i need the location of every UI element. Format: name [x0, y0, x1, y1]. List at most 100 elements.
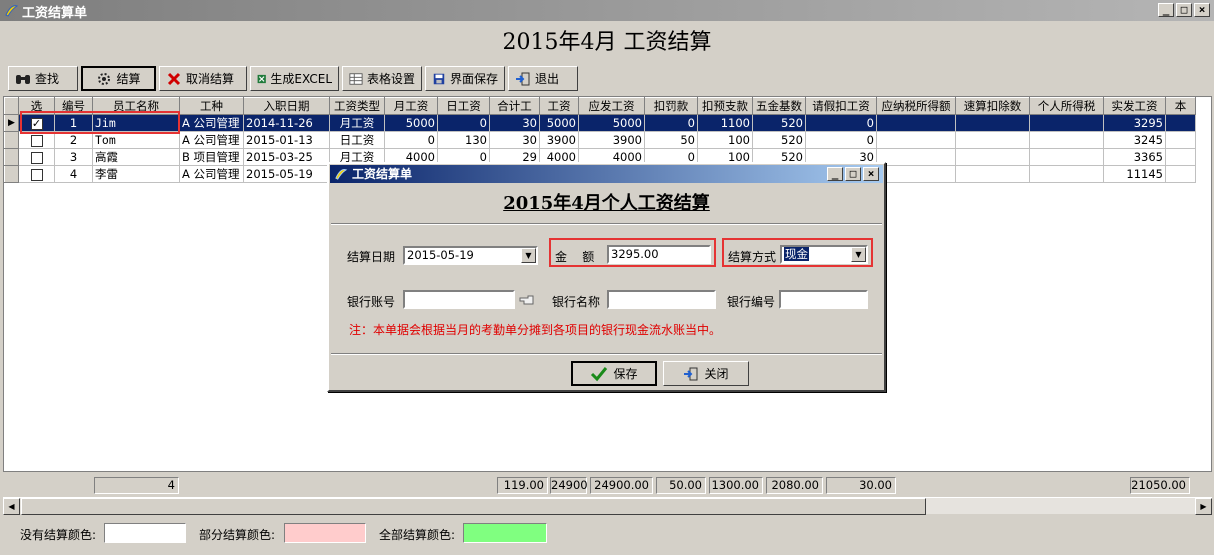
- table-cell[interactable]: [1029, 114, 1104, 132]
- dialog-close-action-button[interactable]: 关闭: [663, 361, 749, 386]
- table-cell[interactable]: B 项目管理: [179, 148, 244, 166]
- table-cell[interactable]: [876, 131, 956, 149]
- bank-code-field[interactable]: [779, 290, 868, 309]
- table-cell[interactable]: 月工资: [329, 114, 385, 132]
- column-header[interactable]: 本: [1165, 97, 1196, 115]
- cancel-settle-button[interactable]: 取消结算: [159, 66, 247, 91]
- table-cell[interactable]: 2015-01-13: [243, 131, 330, 149]
- legend-unsettled-swatch[interactable]: [104, 523, 186, 543]
- search-button[interactable]: 查找: [8, 66, 78, 91]
- table-cell[interactable]: [1029, 148, 1104, 166]
- row-select-cell[interactable]: ✓: [18, 114, 55, 132]
- dialog-close-button[interactable]: ×: [863, 167, 879, 181]
- row-select-cell[interactable]: [18, 148, 55, 166]
- table-row[interactable]: 2 Tom A 公司管理 2015-01-13 日工资 0 130 30 3900 3900 50 1…: [4, 131, 1196, 149]
- chevron-down-icon[interactable]: ▼: [521, 248, 536, 263]
- settle-date-picker[interactable]: 2015-05-19 ▼: [403, 246, 538, 265]
- column-header[interactable]: 个人所得税: [1029, 97, 1104, 115]
- table-cell[interactable]: 50: [644, 131, 698, 149]
- chevron-down-icon[interactable]: ▼: [851, 247, 866, 262]
- table-cell[interactable]: 2015-05-19: [243, 165, 330, 183]
- table-cell[interactable]: A 公司管理: [179, 165, 244, 183]
- minimize-button[interactable]: _: [1158, 3, 1174, 17]
- table-cell[interactable]: 1100: [697, 114, 753, 132]
- table-cell[interactable]: 李雷: [92, 165, 180, 183]
- table-cell[interactable]: 30: [489, 114, 540, 132]
- table-cell[interactable]: 130: [437, 131, 490, 149]
- column-header[interactable]: 请假扣工资: [805, 97, 877, 115]
- row-indicator[interactable]: [4, 131, 19, 149]
- column-header[interactable]: 速算扣除数: [955, 97, 1030, 115]
- table-cell[interactable]: 3295: [1103, 114, 1166, 132]
- column-header[interactable]: 入职日期: [243, 97, 330, 115]
- row-checkbox[interactable]: ✓: [30, 117, 43, 130]
- settle-button[interactable]: 结算: [81, 66, 156, 91]
- table-cell[interactable]: 2015-03-25: [243, 148, 330, 166]
- table-settings-button[interactable]: 表格设置: [342, 66, 422, 91]
- table-cell[interactable]: 0: [805, 114, 877, 132]
- close-button[interactable]: ×: [1194, 3, 1210, 17]
- column-header[interactable]: 应纳税所得额: [876, 97, 956, 115]
- table-cell[interactable]: 0: [644, 114, 698, 132]
- row-select-cell[interactable]: [18, 165, 55, 183]
- column-header[interactable]: 编号: [54, 97, 93, 115]
- table-cell[interactable]: Tom: [92, 131, 180, 149]
- bank-account-field[interactable]: [403, 290, 515, 309]
- table-cell[interactable]: 3900: [539, 131, 579, 149]
- amount-field[interactable]: 3295.00: [607, 245, 711, 264]
- table-cell[interactable]: [876, 165, 956, 183]
- table-cell[interactable]: [1029, 165, 1104, 183]
- dialog-maximize-button[interactable]: □: [845, 167, 861, 181]
- save-button[interactable]: 保存: [571, 361, 657, 386]
- table-cell[interactable]: 520: [752, 114, 806, 132]
- table-row[interactable]: ▶ ✓ 1 Jim A 公司管理 2014-11-26 月工资 5000 0 30 5000 5000…: [4, 114, 1196, 132]
- exit-button[interactable]: 退出: [508, 66, 578, 91]
- table-cell[interactable]: 2: [54, 131, 93, 149]
- row-checkbox[interactable]: [30, 168, 43, 181]
- row-checkbox[interactable]: [30, 134, 43, 147]
- table-cell[interactable]: [1165, 114, 1196, 132]
- table-cell[interactable]: [876, 148, 956, 166]
- current-row-indicator-icon[interactable]: ▶: [4, 114, 19, 132]
- dialog-minimize-button[interactable]: _: [827, 167, 843, 181]
- table-cell[interactable]: 100: [697, 131, 753, 149]
- table-cell[interactable]: 高霞: [92, 148, 180, 166]
- table-cell[interactable]: 520: [752, 131, 806, 149]
- table-cell[interactable]: 3900: [578, 131, 645, 149]
- table-cell[interactable]: 4: [54, 165, 93, 183]
- table-cell[interactable]: [1165, 165, 1196, 183]
- table-cell[interactable]: 1: [54, 114, 93, 132]
- legend-full-swatch[interactable]: [463, 523, 547, 543]
- table-cell[interactable]: 30: [489, 131, 540, 149]
- table-cell[interactable]: [955, 131, 1030, 149]
- column-header[interactable]: 员工名称: [92, 97, 180, 115]
- column-header[interactable]: 工资: [539, 97, 579, 115]
- scroll-left-icon[interactable]: ◀: [3, 498, 20, 515]
- scroll-right-icon[interactable]: ▶: [1195, 498, 1212, 515]
- column-header[interactable]: 五金基数: [752, 97, 806, 115]
- settle-method-select[interactable]: 现金 ▼: [780, 245, 868, 264]
- column-header[interactable]: 应发工资: [578, 97, 645, 115]
- layout-save-button[interactable]: 界面保存: [425, 66, 505, 91]
- row-indicator[interactable]: [4, 148, 19, 166]
- column-header[interactable]: 扣预支款: [697, 97, 753, 115]
- table-cell[interactable]: 2014-11-26: [243, 114, 330, 132]
- table-cell[interactable]: 0: [805, 131, 877, 149]
- horizontal-scrollbar[interactable]: ◀ ▶: [3, 497, 1212, 515]
- table-cell[interactable]: 3365: [1103, 148, 1166, 166]
- maximize-button[interactable]: □: [1176, 3, 1192, 17]
- table-cell[interactable]: [1165, 131, 1196, 149]
- column-header[interactable]: 月工资: [384, 97, 438, 115]
- table-cell[interactable]: [955, 165, 1030, 183]
- legend-partial-swatch[interactable]: [284, 523, 366, 543]
- column-header[interactable]: 日工资: [437, 97, 490, 115]
- bank-name-field[interactable]: [607, 290, 716, 309]
- column-header[interactable]: 合计工: [489, 97, 540, 115]
- table-cell[interactable]: A 公司管理: [179, 114, 244, 132]
- table-cell[interactable]: 3: [54, 148, 93, 166]
- column-header[interactable]: 扣罚款: [644, 97, 698, 115]
- hand-pointer-icon[interactable]: [519, 294, 535, 306]
- column-header[interactable]: 工种: [179, 97, 244, 115]
- table-cell[interactable]: 11145: [1103, 165, 1166, 183]
- export-excel-button[interactable]: 生成EXCEL: [250, 66, 339, 91]
